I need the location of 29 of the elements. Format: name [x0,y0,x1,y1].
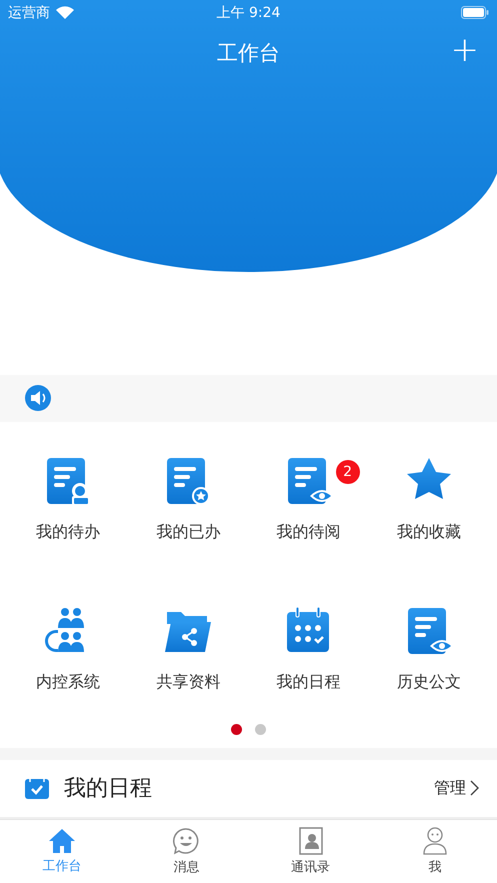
carrier-name: 运营商 [8,4,50,22]
section-title: 我的日程 [64,775,153,804]
tab[interactable]: 消息 [124,820,248,883]
app-label[interactable]: 我的已办 [156,522,220,543]
calendar-check-icon [24,776,50,800]
speaker-icon [25,385,51,412]
page-dot[interactable] [231,724,242,735]
count-badge: 2 [336,460,360,484]
add-button[interactable]: + [450,33,479,67]
battery-icon [461,6,489,19]
wifi-icon [56,6,74,19]
tab[interactable]: 通讯录 [248,820,373,883]
app-label[interactable]: 共享资料 [156,672,220,693]
app-label[interactable]: 内控系统 [36,672,100,693]
app-label[interactable]: 我的日程 [276,672,341,693]
tab[interactable]: 我 [372,820,497,883]
home-icon [48,828,76,854]
app-label[interactable]: 历史公文 [396,672,461,693]
manage-link[interactable]: 管理 [434,778,479,799]
page-dot[interactable] [255,724,266,735]
smiley-chat-icon [172,826,200,855]
app-label[interactable]: 我的收藏 [396,522,461,543]
person-icon [420,826,449,855]
app-label[interactable]: 我的待办 [36,522,100,543]
contact-book-icon [298,826,324,855]
app-label[interactable]: 我的待阅 [276,522,341,543]
page-title: 工作台 [217,40,280,66]
chevron-icon [470,780,479,796]
status-time: 上午 9:24 [216,4,280,22]
